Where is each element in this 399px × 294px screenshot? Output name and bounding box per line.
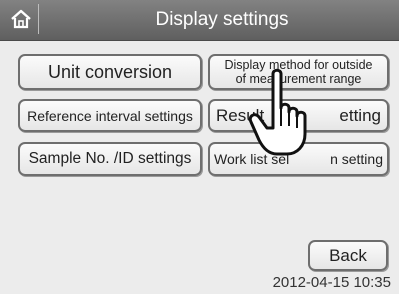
display-method-outside-range-button[interactable]: Display method for outside of measuremen… [208,54,389,90]
result-setting-label-part2: etting [339,105,381,125]
sample-no-id-settings-button[interactable]: Sample No. /ID settings [18,142,202,176]
display-method-label-line1: Display method for outside [224,58,373,72]
home-button[interactable] [4,4,39,34]
display-method-label-line2: of measurement range [235,72,362,86]
reference-interval-label: Reference interval settings [27,107,193,124]
work-list-selection-setting-button[interactable]: Work list sel n setting [208,142,389,176]
home-icon [11,9,31,29]
result-setting-button[interactable]: Result etting [208,99,389,132]
work-list-label-part2: n setting [330,151,383,167]
title-bar: Display settings [0,0,399,41]
result-setting-label-part1: Result [216,105,265,125]
page-title: Display settings [155,9,289,30]
timestamp: 2012-04-15 10:35 [272,274,391,291]
sample-no-id-label: Sample No. /ID settings [28,150,192,167]
touch-screen: Display settings Unit conversion Display… [0,0,399,294]
unit-conversion-label: Unit conversion [47,61,173,82]
back-button[interactable]: Back [308,240,388,271]
reference-interval-settings-button[interactable]: Reference interval settings [18,99,202,132]
unit-conversion-button[interactable]: Unit conversion [18,54,202,90]
work-list-label-part1: Work list sel [214,151,290,167]
back-label: Back [329,245,367,265]
